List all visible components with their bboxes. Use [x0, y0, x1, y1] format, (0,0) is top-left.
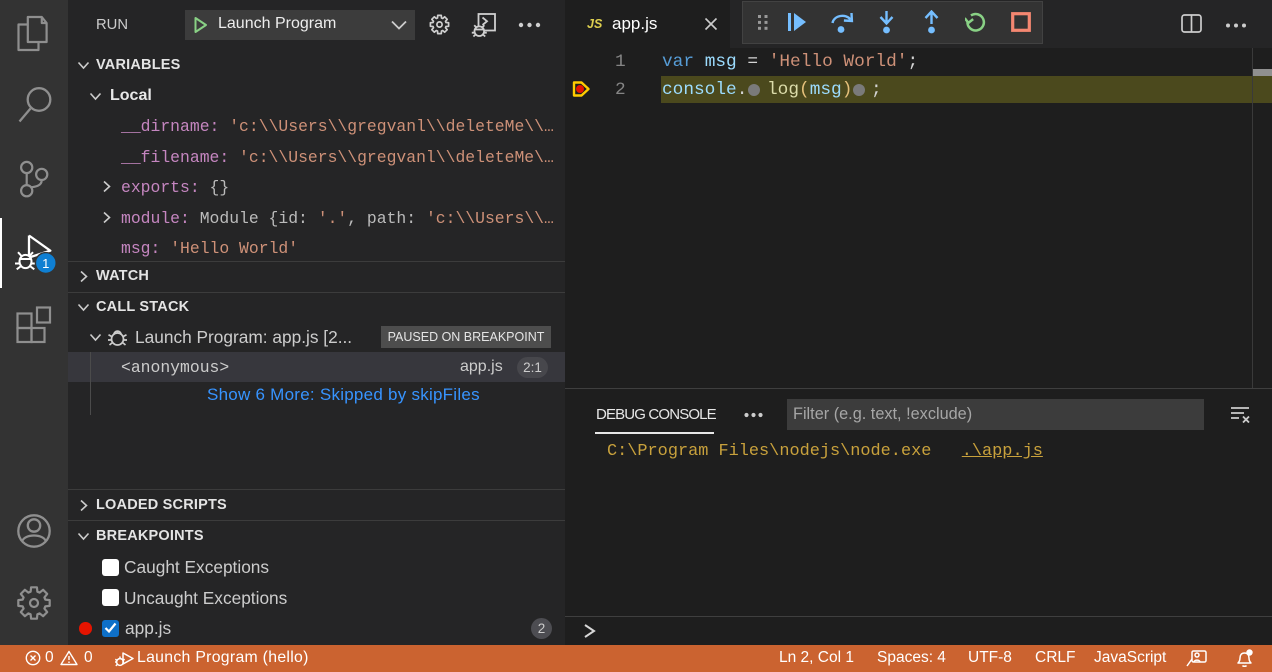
- svg-text:1: 1: [42, 256, 49, 271]
